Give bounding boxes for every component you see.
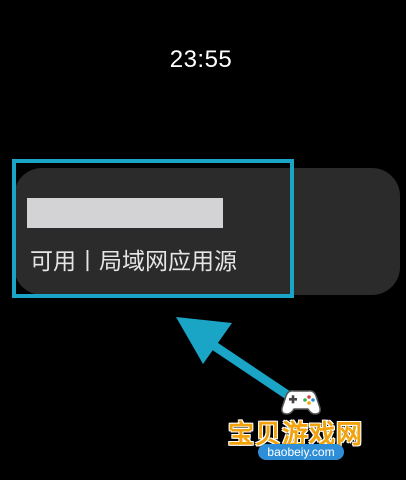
watermark-url: baobeiy.com <box>258 444 344 460</box>
redacted-source-name <box>27 198 223 228</box>
clock-time: 23:55 <box>169 46 233 73</box>
watermark-logo: 宝贝游戏网 baobeiy.com <box>226 386 376 466</box>
watch-screen: 23:55 可用丨局域网应用源 宝贝游戏网 baobeiy.com <box>0 0 406 480</box>
source-status-label: 可用丨局域网应用源 <box>30 249 237 275</box>
